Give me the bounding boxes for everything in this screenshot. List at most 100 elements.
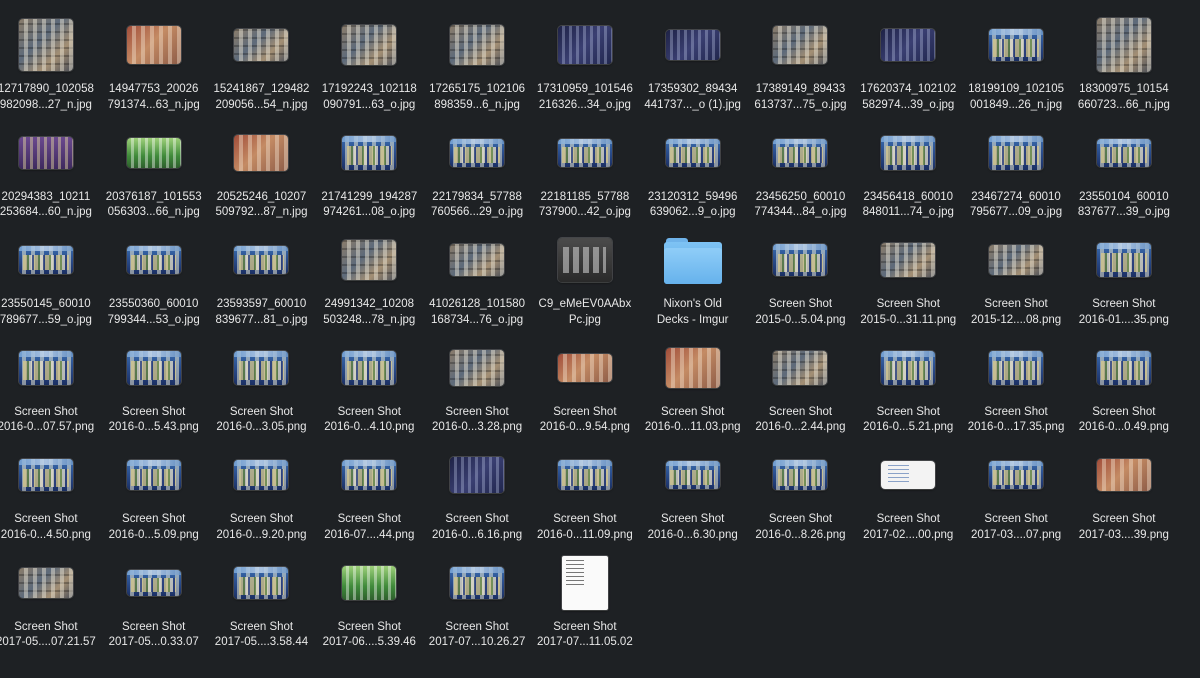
file-item[interactable]: 23550145_60010 789677...59_o.jpg — [0, 229, 100, 337]
file-name-label: Screen Shot 2016-01....35.png — [1072, 297, 1176, 328]
file-item[interactable]: Screen Shot 2016-0...8.26.png — [747, 444, 855, 552]
image-thumbnail-icon — [665, 461, 720, 490]
file-name-line-2: 2016-0...4.10.png — [324, 421, 415, 434]
file-item[interactable]: 23593597_60010 839677...81_o.jpg — [208, 229, 316, 337]
file-name-line-2: 509792...87_n.jpg — [215, 206, 308, 219]
file-item[interactable]: Screen Shot 2015-0...31.11.png — [854, 229, 962, 337]
thumbnail-area — [643, 444, 743, 506]
file-name-line-2: 2016-0...5.43.png — [108, 421, 199, 434]
file-item[interactable]: Screen Shot 2016-07....44.png — [315, 444, 423, 552]
file-name-line-2: 090791...63_o.jpg — [323, 98, 416, 111]
file-item[interactable]: 17310959_101546 216326...34_o.jpg — [531, 14, 639, 122]
file-item[interactable]: Screen Shot 2016-0...0.49.png — [1070, 337, 1178, 445]
file-name-label: Screen Shot 2016-0...11.03.png — [641, 405, 745, 436]
folder-item[interactable]: Nixon's Old Decks - Imgur — [639, 229, 747, 337]
file-item[interactable]: 20376187_101553 056303...66_n.jpg — [100, 122, 208, 230]
file-name-line-2: 2015-0...5.04.png — [755, 313, 846, 326]
image-thumbnail-icon — [342, 350, 397, 385]
image-thumbnail-icon — [450, 457, 505, 494]
file-name-line-1: 17265175_102106 — [429, 83, 526, 95]
thumbnail-area — [858, 122, 958, 184]
image-thumbnail-icon — [126, 569, 181, 596]
image-thumbnail-icon — [342, 135, 397, 170]
file-item[interactable]: 23550104_60010 837677...39_o.jpg — [1070, 122, 1178, 230]
file-item[interactable]: 15241867_129482 209056...54_n.jpg — [208, 14, 316, 122]
file-item[interactable]: 23456418_60010 848011...74_o.jpg — [854, 122, 962, 230]
file-item[interactable]: 23456250_60010 774344...84_o.jpg — [747, 122, 855, 230]
file-name-line-1: 18300975_10154 — [1079, 83, 1169, 95]
file-name-line-1: Screen Shot — [661, 513, 725, 526]
file-name-label: 22179834_57788 760566...29_o.jpg — [425, 190, 529, 221]
file-item[interactable]: 24991342_10208 503248...78_n.jpg — [315, 229, 423, 337]
file-item[interactable]: 17192243_102118 090791...63_o.jpg — [315, 14, 423, 122]
thumbnail-area — [427, 229, 527, 291]
file-item[interactable]: Screen Shot 2016-0...11.09.png — [531, 444, 639, 552]
file-name-line-2: 253684...60_n.jpg — [0, 206, 92, 219]
file-item[interactable]: 17359302_89434 441737..._o (1).jpg — [639, 14, 747, 122]
file-item[interactable]: 20294383_10211 253684...60_n.jpg — [0, 122, 100, 230]
thumbnail-area — [319, 444, 419, 506]
file-item[interactable]: Screen Shot 2017-03....39.png — [1070, 444, 1178, 552]
file-item[interactable]: Screen Shot 2016-01....35.png — [1070, 229, 1178, 337]
file-name-line-2: 582974...39_o.jpg — [862, 98, 955, 111]
file-item[interactable]: Screen Shot 2016-0...17.35.png — [962, 337, 1070, 445]
file-item[interactable]: Screen Shot 2017-06....5.39.46 — [315, 552, 423, 660]
thumbnail-area — [319, 552, 419, 614]
file-item[interactable]: 23120312_59496 639062...9_o.jpg — [639, 122, 747, 230]
thumbnail-area — [750, 444, 850, 506]
file-item[interactable]: Screen Shot 2016-0...5.09.png — [100, 444, 208, 552]
file-name-line-1: Screen Shot — [122, 513, 186, 526]
file-name-line-1: Screen Shot — [984, 513, 1048, 526]
file-item[interactable]: 17389149_89433 613737...75_o.jpg — [747, 14, 855, 122]
file-item[interactable]: Screen Shot 2017-05...0.33.07 — [100, 552, 208, 660]
file-item[interactable]: Screen Shot 2017-07...10.26.27 — [423, 552, 531, 660]
file-item[interactable]: Screen Shot 2017-07...11.05.02 — [531, 552, 639, 660]
file-item[interactable]: Screen Shot 2015-12....08.png — [962, 229, 1070, 337]
file-item[interactable]: C9_eMeEV0AAbx Pc.jpg — [531, 229, 639, 337]
file-item[interactable]: 22179834_57788 760566...29_o.jpg — [423, 122, 531, 230]
file-item[interactable]: 20525246_10207 509792...87_n.jpg — [208, 122, 316, 230]
file-item[interactable]: 22181185_57788 737900...42_o.jpg — [531, 122, 639, 230]
file-item[interactable]: 23550360_60010 799344...53_o.jpg — [100, 229, 208, 337]
file-name-line-1: Screen Shot — [661, 405, 725, 418]
image-thumbnail-icon — [557, 238, 612, 283]
file-item[interactable]: Screen Shot 2017-02....00.png — [854, 444, 962, 552]
file-item[interactable]: 14947753_20026 791374...63_n.jpg — [100, 14, 208, 122]
file-item[interactable]: Screen Shot 2016-0...4.10.png — [315, 337, 423, 445]
file-item[interactable]: Screen Shot 2016-0...9.20.png — [208, 444, 316, 552]
file-name-label: Screen Shot 2016-0...6.16.png — [425, 512, 529, 543]
file-item[interactable]: Screen Shot 2017-05....07.21.57 — [0, 552, 100, 660]
file-item[interactable]: Screen Shot 2016-0...9.54.png — [531, 337, 639, 445]
file-name-line-1: 23550360_60010 — [108, 298, 199, 311]
file-item[interactable]: Screen Shot 2016-0...5.21.png — [854, 337, 962, 445]
file-name-line-1: 23593597_60010 — [216, 298, 307, 311]
file-item[interactable]: 12717890_102058 982098...27_n.jpg — [0, 14, 100, 122]
file-item[interactable]: Screen Shot 2016-0...3.28.png — [423, 337, 531, 445]
file-item[interactable]: Screen Shot 2016-0...07.57.png — [0, 337, 100, 445]
file-name-line-2: 2017-03....07.png — [970, 528, 1062, 541]
file-item[interactable]: Screen Shot 2016-0...6.16.png — [423, 444, 531, 552]
file-name-label: Screen Shot 2016-0...5.21.png — [856, 405, 960, 436]
file-item[interactable]: Screen Shot 2016-0...5.43.png — [100, 337, 208, 445]
image-thumbnail-icon — [234, 350, 289, 385]
file-item[interactable]: Screen Shot 2016-0...4.50.png — [0, 444, 100, 552]
thumbnail-area — [966, 122, 1066, 184]
file-item[interactable]: Screen Shot 2015-0...5.04.png — [747, 229, 855, 337]
file-item[interactable]: 17620374_102102 582974...39_o.jpg — [854, 14, 962, 122]
file-item[interactable]: 17265175_102106 898359...6_n.jpg — [423, 14, 531, 122]
file-item[interactable]: 23467274_60010 795677...09_o.jpg — [962, 122, 1070, 230]
file-name-line-1: Screen Shot — [553, 513, 617, 526]
file-item[interactable]: Screen Shot 2017-03....07.png — [962, 444, 1070, 552]
file-item[interactable]: 21741299_194287 974261...08_o.jpg — [315, 122, 423, 230]
thumbnail-area — [0, 122, 96, 184]
file-item[interactable]: Screen Shot 2016-0...2.44.png — [747, 337, 855, 445]
file-name-line-2: 2016-0...07.57.png — [0, 421, 95, 434]
file-item[interactable]: Screen Shot 2017-05....3.58.44 — [208, 552, 316, 660]
file-name-line-2: 2016-0...5.09.png — [108, 528, 199, 541]
file-item[interactable]: Screen Shot 2016-0...11.03.png — [639, 337, 747, 445]
file-item[interactable]: 18300975_10154 660723...66_n.jpg — [1070, 14, 1178, 122]
file-item[interactable]: 18199109_102105 001849...26_n.jpg — [962, 14, 1070, 122]
file-item[interactable]: 41026128_101580 168734...76_o.jpg — [423, 229, 531, 337]
file-item[interactable]: Screen Shot 2016-0...6.30.png — [639, 444, 747, 552]
file-item[interactable]: Screen Shot 2016-0...3.05.png — [208, 337, 316, 445]
